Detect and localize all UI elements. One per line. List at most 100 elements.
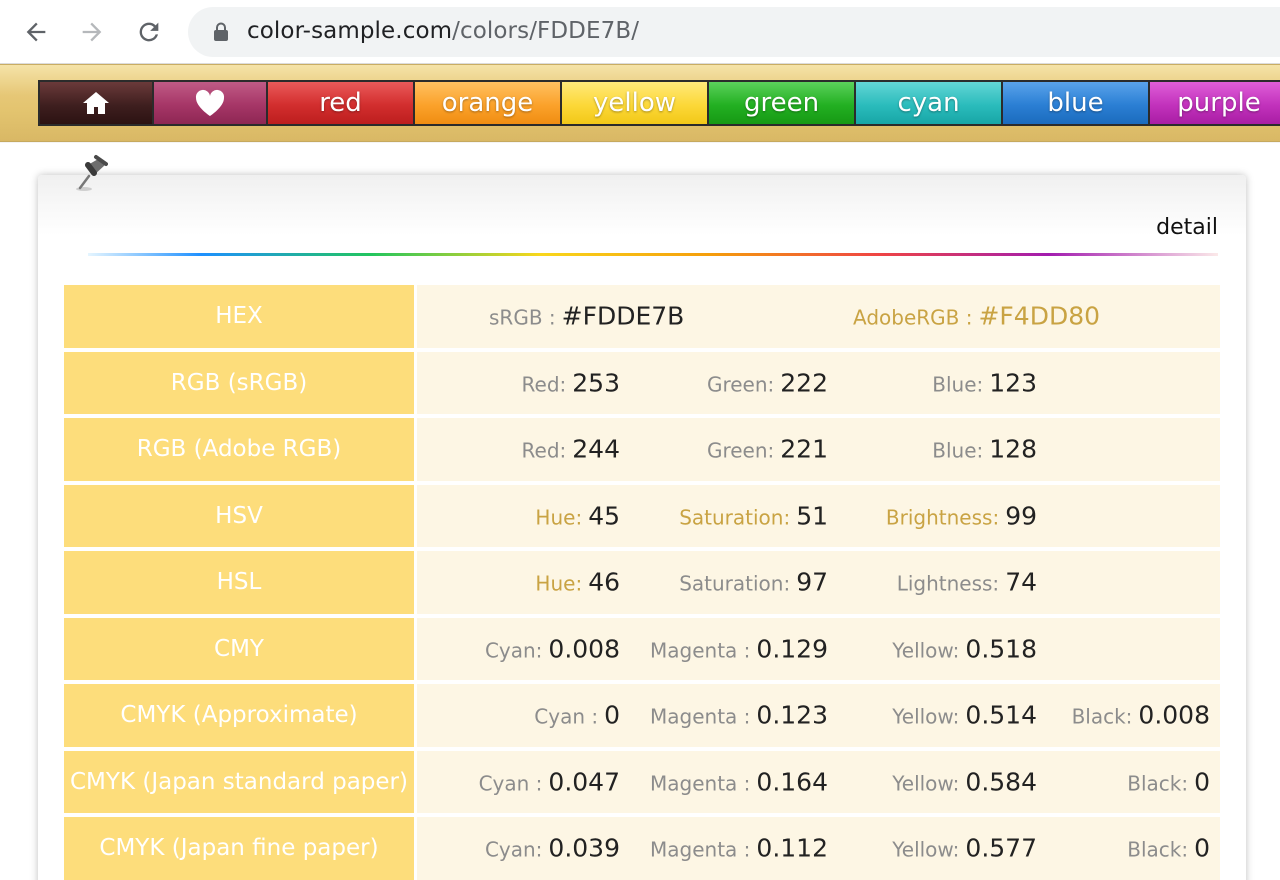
- field-key: Yellow:: [892, 771, 960, 796]
- row-label: HEX: [64, 285, 417, 348]
- value-field: sRGB : #FDDE7B: [489, 302, 684, 331]
- reload-button[interactable]: [129, 12, 169, 52]
- field-key: Saturation:: [679, 505, 791, 530]
- field-key: Cyan :: [478, 771, 543, 796]
- field-value: 0: [1194, 833, 1210, 863]
- tab-yellow[interactable]: yellow: [562, 82, 709, 124]
- row-label: RGB (sRGB): [64, 351, 417, 414]
- table-row: CMYK (Japan fine paper) Cyan: 0.039 Magenta…: [64, 817, 1220, 880]
- value-field: Black: 0: [1127, 834, 1210, 863]
- row-values: sRGB : #FDDE7B AdobeRGB : #F4DD80: [417, 285, 1220, 348]
- field-value: 244: [572, 434, 620, 464]
- tab-purple[interactable]: purple: [1150, 82, 1280, 124]
- row-label: CMYK (Japan standard paper): [64, 750, 417, 813]
- value-field: Magenta :0.123: [650, 701, 828, 730]
- table-row: CMY Cyan: 0.008 Magenta :0.129 Yellow: 0.518: [64, 617, 1220, 680]
- tab-red[interactable]: red: [268, 82, 415, 124]
- field-value: 0.584: [965, 767, 1037, 797]
- value-field: Black: 0: [1127, 767, 1210, 796]
- field-value: 51: [796, 501, 828, 531]
- field-key: Red:: [521, 372, 567, 397]
- tab-cyan[interactable]: cyan: [856, 82, 1003, 124]
- field-value: 0.008: [548, 634, 620, 664]
- forward-arrow-icon: [82, 22, 102, 42]
- field-key: Black:: [1071, 704, 1133, 729]
- field-key: AdobeRGB :: [853, 305, 973, 330]
- row-values: Red: 253 Green: 222 Blue: 123: [417, 351, 1220, 414]
- value-field: Green: 221: [707, 435, 828, 464]
- tab-favorites[interactable]: [154, 82, 268, 124]
- field-key: Magenta :: [650, 638, 751, 663]
- table-row: CMYK (Approximate) Cyan :0 Magenta :0.123 Y…: [64, 684, 1220, 747]
- field-value: 0.039: [548, 833, 620, 863]
- row-values: Cyan :0 Magenta :0.123 Yellow: 0.514 Black: 0…: [417, 684, 1220, 747]
- field-key: Black:: [1127, 837, 1189, 862]
- reload-icon: [139, 22, 159, 42]
- field-value: 0.129: [756, 634, 828, 664]
- field-key: Magenta :: [650, 837, 751, 862]
- field-value: 45: [588, 501, 620, 531]
- field-value: 222: [780, 368, 828, 398]
- row-label: HSV: [64, 484, 417, 547]
- heart-icon: [195, 89, 225, 116]
- row-values: Hue: 45 Saturation: 51 Brightness: 99: [417, 484, 1220, 547]
- page-content: detail HEX sRGB : #FDDE7B AdobeRGB : #F4DD80…: [0, 143, 1280, 880]
- value-field: Brightness: 99: [886, 501, 1037, 530]
- field-key: Magenta :: [650, 704, 751, 729]
- value-field: Magenta :0.164: [650, 767, 828, 796]
- tab-blue[interactable]: blue: [1003, 82, 1150, 124]
- tab-green[interactable]: green: [709, 82, 856, 124]
- value-field: Yellow: 0.577: [892, 834, 1037, 863]
- value-field: Lightness: 74: [897, 568, 1037, 597]
- value-field: Saturation: 97: [679, 568, 828, 597]
- value-field: Blue: 123: [932, 368, 1037, 397]
- field-value: 0.518: [965, 634, 1037, 664]
- field-value: 0.047: [548, 767, 620, 797]
- field-value: 0.112: [756, 833, 828, 863]
- row-label: CMY: [64, 617, 417, 680]
- row-values: Red: 244 Green: 221 Blue: 128: [417, 418, 1220, 481]
- back-button[interactable]: [16, 12, 56, 52]
- detail-card: detail HEX sRGB : #FDDE7B AdobeRGB : #F4DD80…: [38, 175, 1246, 880]
- field-value: 0.008: [1138, 700, 1210, 730]
- field-key: Blue:: [932, 372, 984, 397]
- value-field: Magenta :0.129: [650, 634, 828, 663]
- field-value: 99: [1005, 501, 1037, 531]
- table-row: HEX sRGB : #FDDE7B AdobeRGB : #F4DD80: [64, 285, 1220, 348]
- field-key: sRGB :: [489, 305, 556, 330]
- value-field: Magenta :0.112: [650, 834, 828, 863]
- field-value: 46: [588, 567, 620, 597]
- value-field: Hue: 46: [535, 568, 620, 597]
- field-key: Green:: [706, 438, 775, 463]
- field-value: 0.577: [965, 833, 1037, 863]
- field-key: Yellow:: [892, 837, 960, 862]
- field-key: Green:: [706, 372, 775, 397]
- tab-home[interactable]: [40, 82, 154, 124]
- field-key: Brightness:: [885, 505, 1000, 530]
- value-field: Black: 0.008: [1072, 701, 1210, 730]
- back-arrow-icon: [26, 22, 46, 42]
- field-key: Cyan :: [534, 704, 599, 729]
- field-value: 0.514: [965, 700, 1037, 730]
- tab-orange[interactable]: orange: [415, 82, 562, 124]
- color-tabs: red orange yellow green cyan blue purple: [38, 80, 1280, 126]
- field-key: Yellow:: [892, 704, 960, 729]
- row-values: Cyan: 0.008 Magenta :0.129 Yellow: 0.518: [417, 617, 1220, 680]
- field-key: Cyan:: [484, 837, 543, 862]
- field-key: Yellow:: [892, 638, 960, 663]
- row-values: Cyan :0.047 Magenta :0.164 Yellow: 0.584 Bla…: [417, 750, 1220, 813]
- field-value: 0.164: [756, 767, 828, 797]
- field-value: 128: [989, 434, 1037, 464]
- lock-icon: [214, 22, 228, 41]
- field-value: 0: [604, 700, 620, 730]
- field-key: Red:: [521, 438, 567, 463]
- value-field: Red: 253: [522, 368, 620, 397]
- home-icon: [83, 92, 109, 114]
- value-field: Saturation: 51: [679, 501, 828, 530]
- address-bar[interactable]: color-sample.com/colors/FDDE7B/: [188, 7, 1280, 57]
- forward-button[interactable]: [72, 12, 112, 52]
- field-value: 0: [1194, 767, 1210, 797]
- table-row: RGB (sRGB) Red: 253 Green: 222 Blue: 123: [64, 351, 1220, 414]
- value-field: Cyan: 0.008: [485, 634, 620, 663]
- value-field: Green: 222: [707, 368, 828, 397]
